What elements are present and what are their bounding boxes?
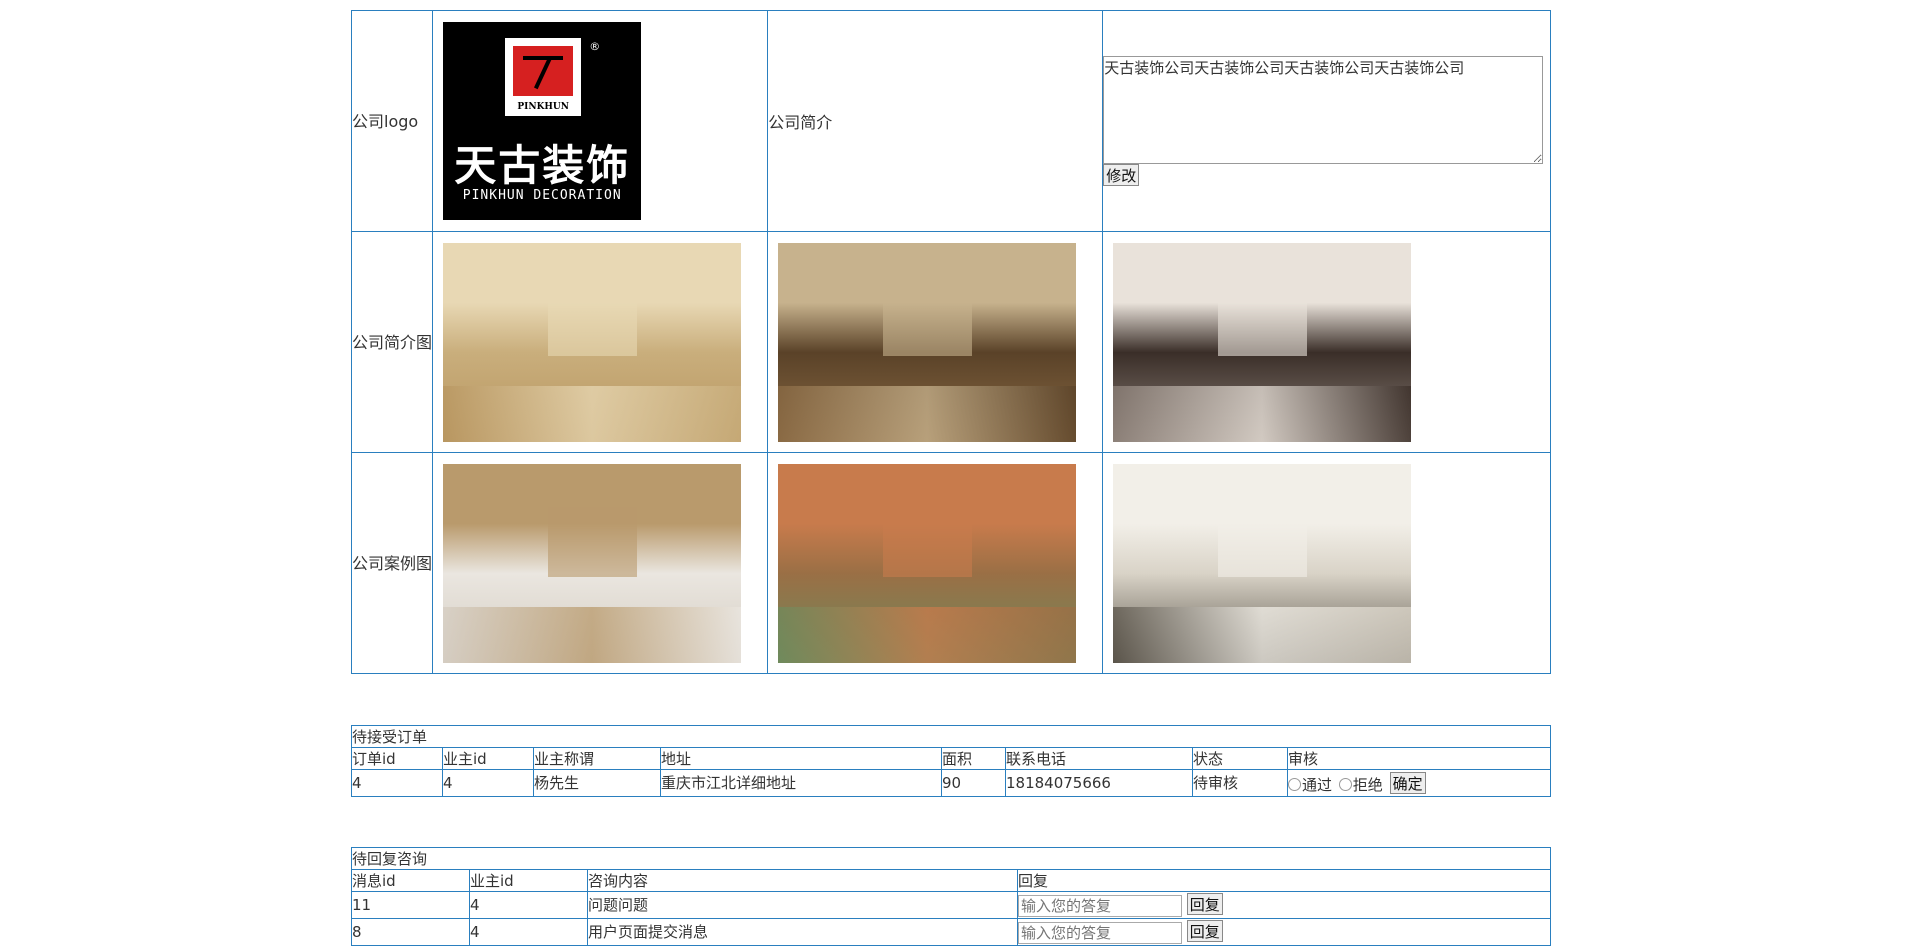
modify-button[interactable]: 修改 [1103, 164, 1140, 186]
messages-title: 待回复咨询 [351, 847, 1551, 870]
header-owner-id: 业主id [469, 869, 588, 892]
order-id: 4 [351, 769, 443, 797]
table-row: 11 4 问题问题 回复 [351, 891, 1551, 919]
header-status: 状态 [1192, 747, 1288, 770]
pending-orders-table: 待接受订单 订单id 业主id 业主称谓 地址 面积 联系电话 状态 审核 4 … [351, 725, 1551, 797]
phone: 18184075666 [1005, 769, 1193, 797]
area: 90 [941, 769, 1006, 797]
logo-name-en: PINKHUN DECORATION [462, 188, 622, 203]
review-cell: 通过 拒绝 确定 [1287, 769, 1551, 797]
intro-label: 公司简介 [767, 10, 1104, 232]
logo-emblem: PINKHUN [505, 38, 582, 116]
msg-id: 11 [351, 891, 470, 919]
intro-textarea[interactable]: 天古装饰公司天古装饰公司天古装饰公司天古装饰公司 [1103, 56, 1544, 164]
case-images-label: 公司案例图 [350, 452, 434, 674]
pending-messages-table: 待回复咨询 消息id 业主id 咨询内容 回复 11 4 问题问题 回复 8 4… [351, 847, 1551, 946]
owner-id: 4 [442, 769, 534, 797]
intro-image [1113, 242, 1412, 442]
orders-title-row: 待接受订单 [351, 725, 1551, 748]
table-row: 4 4 杨先生 重庆市江北详细地址 90 18184075666 待审核 通过 … [351, 769, 1551, 797]
header-owner-name: 业主称谓 [533, 747, 661, 770]
messages-header-row: 消息id 业主id 咨询内容 回复 [351, 869, 1551, 892]
owner-name: 杨先生 [533, 769, 661, 797]
header-owner-id: 业主id [442, 747, 534, 770]
confirm-button[interactable]: 确定 [1389, 772, 1426, 794]
header-msg-id: 消息id [351, 869, 470, 892]
msg-id: 8 [351, 918, 470, 946]
logo-name-cn: 天古装饰 [454, 141, 631, 190]
intro-images-label: 公司简介图 [350, 231, 434, 453]
approve-radio[interactable] [1288, 778, 1301, 791]
intro-images-row: 公司简介图 [350, 231, 1551, 453]
intro-cell: 天古装饰公司天古装饰公司天古装饰公司天古装饰公司 修改 [1102, 10, 1551, 232]
intro-image [443, 242, 742, 442]
header-review: 审核 [1287, 747, 1551, 770]
messages-title-row: 待回复咨询 [351, 847, 1551, 870]
owner-id: 4 [469, 918, 588, 946]
company-logo: PINKHUN ® 天古装饰 PINKHUN DECORATION [443, 22, 642, 220]
case-images-row: 公司案例图 [350, 452, 1551, 674]
msg-content: 用户页面提交消息 [587, 918, 1018, 946]
logo-label: 公司logo [350, 10, 434, 232]
reply-button[interactable]: 回复 [1186, 920, 1223, 943]
logo-mark-text: PINKHUN [517, 102, 570, 112]
header-area: 面积 [941, 747, 1006, 770]
owner-id: 4 [469, 891, 588, 919]
reject-radio[interactable] [1338, 778, 1352, 791]
intro-image [778, 242, 1077, 442]
reply-input[interactable] [1018, 894, 1182, 917]
status: 待审核 [1192, 769, 1288, 797]
logo-row: 公司logo PINKHUN ® 天古装饰 PINKHUN DECORATION… [350, 10, 1551, 232]
reply-cell: 回复 [1017, 918, 1551, 946]
header-order-id: 订单id [351, 747, 443, 770]
company-info-table: 公司logo PINKHUN ® 天古装饰 PINKHUN DECORATION… [350, 10, 1551, 674]
header-phone: 联系电话 [1005, 747, 1193, 770]
orders-header-row: 订单id 业主id 业主称谓 地址 面积 联系电话 状态 审核 [351, 747, 1551, 770]
registered-mark: ® [589, 40, 601, 53]
case-image [1113, 463, 1412, 663]
header-address: 地址 [660, 747, 942, 770]
msg-content: 问题问题 [587, 891, 1018, 919]
case-image [443, 463, 742, 663]
case-image [778, 463, 1077, 663]
address: 重庆市江北详细地址 [660, 769, 942, 797]
reply-input[interactable] [1018, 921, 1182, 944]
reply-button[interactable]: 回复 [1186, 893, 1223, 916]
approve-label: 通过 [1302, 775, 1333, 794]
reply-cell: 回复 [1017, 891, 1551, 919]
header-content: 咨询内容 [587, 869, 1018, 892]
logo-cell: PINKHUN ® 天古装饰 PINKHUN DECORATION [432, 10, 769, 232]
table-row: 8 4 用户页面提交消息 回复 [351, 918, 1551, 946]
logo-emblem-mark [513, 46, 574, 96]
reject-label: 拒绝 [1352, 775, 1383, 794]
orders-title: 待接受订单 [351, 725, 1551, 748]
header-reply: 回复 [1017, 869, 1551, 892]
